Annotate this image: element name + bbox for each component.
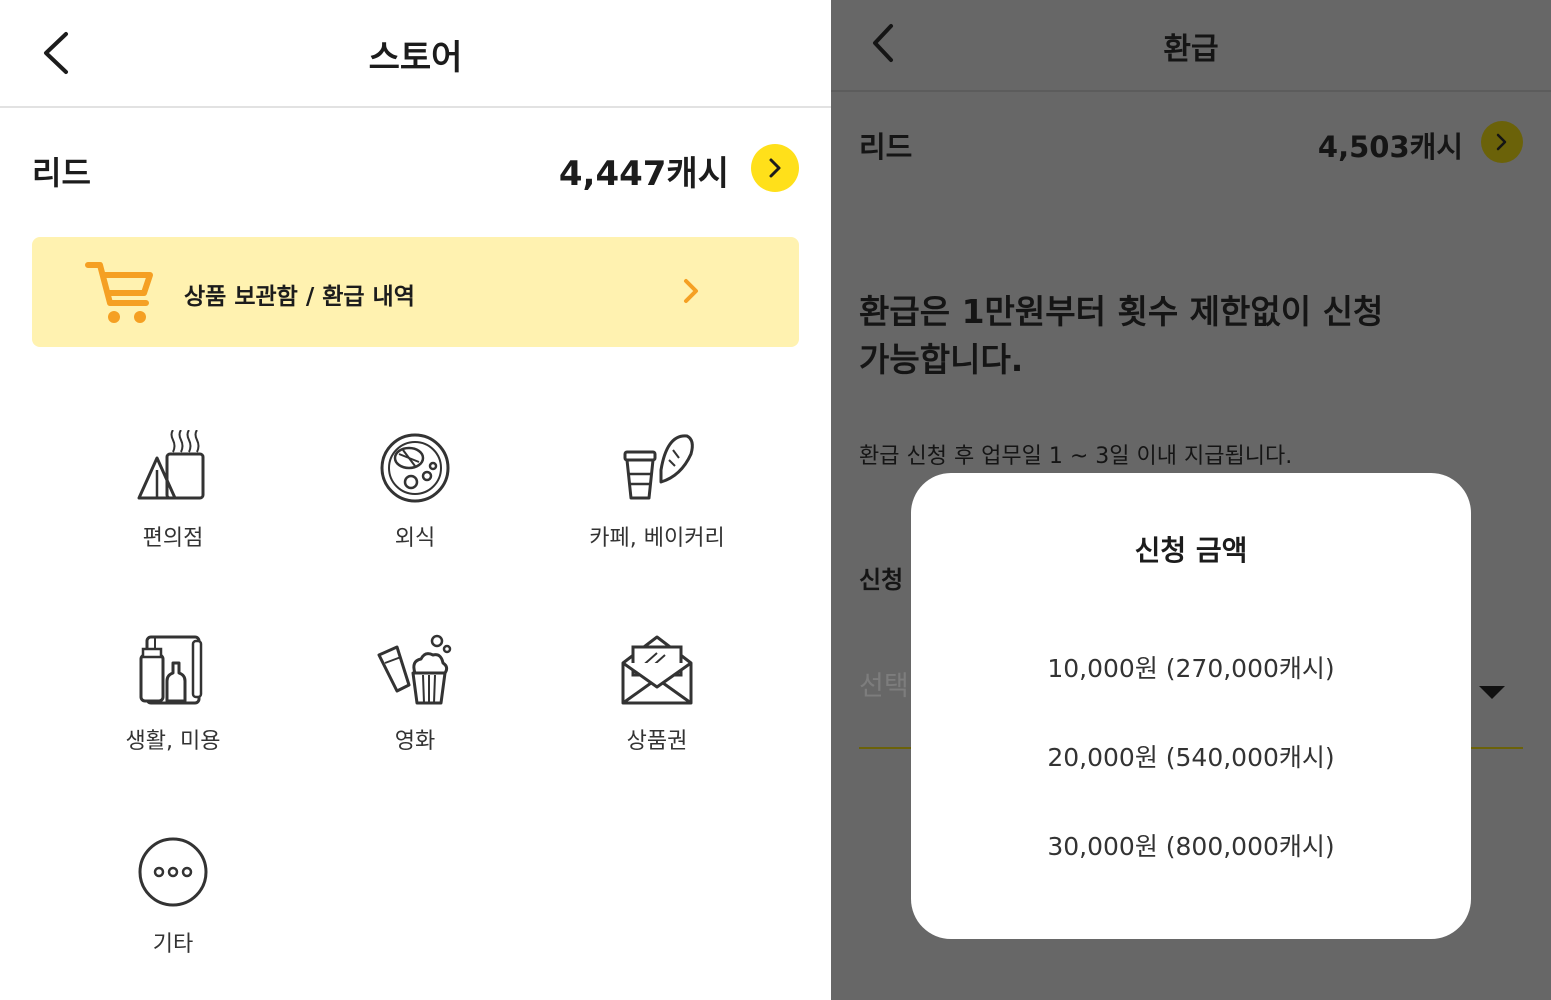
movie-popcorn-icon <box>377 634 452 705</box>
category-movie[interactable]: 영화 <box>294 633 536 783</box>
gift-voucher-icon <box>621 635 693 705</box>
living-beauty-icon <box>139 635 203 705</box>
shopping-cart-icon <box>85 262 153 323</box>
user-name: 리드 <box>32 154 91 192</box>
category-gift-voucher[interactable]: 상품권 <box>536 633 778 783</box>
cash-detail-button[interactable] <box>751 144 799 192</box>
refund-note: 환급 신청 후 업무일 1 ~ 3일 이내 지급됩니다. <box>859 444 1293 469</box>
category-label: 편의점 <box>142 526 204 551</box>
storage-refund-history-banner[interactable]: 상품 보관함 / 환급 내역 <box>32 237 799 347</box>
category-living-beauty[interactable]: 생활, 미용 <box>52 633 294 783</box>
amount-select-modal: 신청 금액 10,000원 (270,000캐시) 20,000원 (540,0… <box>911 473 1471 939</box>
category-convenience-store[interactable]: 편의점 <box>52 430 294 580</box>
refund-header: 환급 <box>831 0 1551 92</box>
page-title: 스토어 <box>368 38 463 78</box>
category-cafe-bakery[interactable]: 카페, 베이커리 <box>536 430 778 580</box>
refund-headline: 환급은 1만원부터 횟수 제한없이 신청 가능합니다. <box>859 288 1419 384</box>
dropdown-arrow-icon[interactable] <box>1479 686 1505 699</box>
refund-screen: 환급 리드 4,503캐시 환급은 1만원부터 횟수 제한없이 신청 가능합니다… <box>831 0 1551 1000</box>
amount-option[interactable]: 10,000원 (270,000캐시) <box>911 649 1471 685</box>
category-label: 외식 <box>394 526 436 551</box>
cash-balance: 4,503캐시 <box>1317 130 1463 164</box>
chevron-right-icon <box>684 279 698 303</box>
headline-line: 가능합니다. <box>859 340 1024 379</box>
cafe-bakery-icon <box>623 434 694 500</box>
category-more[interactable]: 기타 <box>52 836 294 986</box>
category-label: 생활, 미용 <box>125 729 221 754</box>
modal-title: 신청 금액 <box>1134 534 1248 567</box>
headline-line: 환급은 1만원부터 횟수 제한없이 신청 <box>859 292 1384 331</box>
chevron-right-icon <box>769 158 781 178</box>
dining-icon <box>380 433 450 503</box>
store-header: 스토어 <box>0 0 831 108</box>
cash-balance: 4,447캐시 <box>558 154 729 194</box>
category-label: 영화 <box>394 729 436 754</box>
banner-label: 상품 보관함 / 환급 내역 <box>184 284 415 310</box>
category-dining[interactable]: 외식 <box>294 430 536 580</box>
store-screen: 스토어 리드 4,447캐시 상품 보관함 / 환급 내역 편의점 외식 카페,… <box>0 0 831 1000</box>
cash-detail-button[interactable] <box>1481 121 1523 163</box>
amount-select-placeholder[interactable]: 선택 <box>859 664 909 703</box>
page-title: 환급 <box>1163 32 1219 67</box>
amount-option[interactable]: 20,000원 (540,000캐시) <box>911 738 1471 774</box>
amount-field-label: 신청 <box>859 566 904 594</box>
convenience-store-icon <box>137 430 205 500</box>
chevron-right-icon <box>1496 133 1507 151</box>
category-label: 카페, 베이커리 <box>589 526 725 551</box>
category-label: 기타 <box>152 932 194 957</box>
category-label: 상품권 <box>626 729 688 754</box>
more-dots-icon <box>138 837 208 907</box>
user-name: 리드 <box>859 130 913 164</box>
amount-option[interactable]: 30,000원 (800,000캐시) <box>911 827 1471 863</box>
